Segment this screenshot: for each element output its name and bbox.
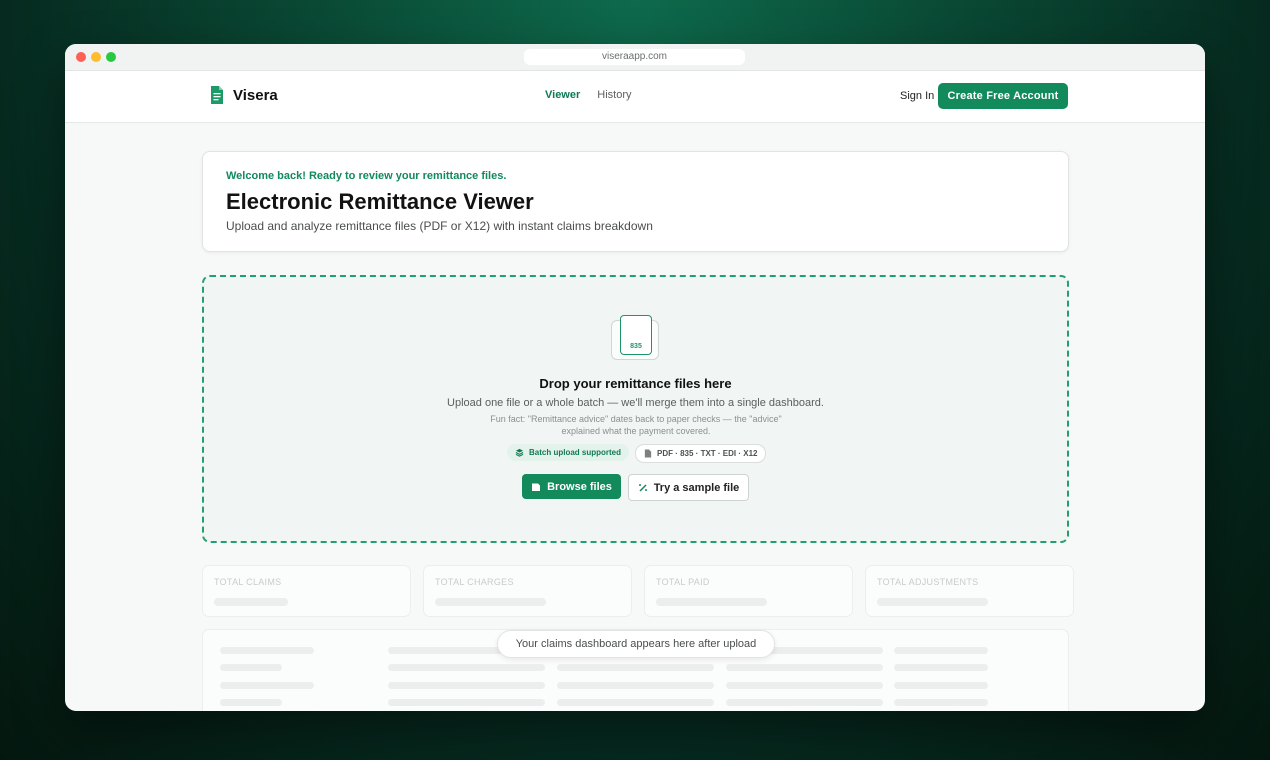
file-dropzone[interactable]: 835 Drop your remittance files here Uplo… [202,275,1069,543]
title-bar: viseraapp.com [65,44,1205,71]
skeleton-line [894,699,988,706]
page-subtitle: Upload and analyze remittance files (PDF… [226,219,653,233]
try-sample-button[interactable]: Try a sample file [628,474,749,501]
skeleton-line [894,682,988,689]
skeleton-line [726,664,883,671]
skeleton-line [894,664,988,671]
stat-card-total-adjustments: TOTAL ADJUSTMENTS [865,565,1074,617]
skeleton-line [220,699,282,706]
skeleton-line [388,664,545,671]
browse-files-button[interactable]: Browse files [522,474,621,499]
layers-icon [515,448,524,457]
upload-actions: Browse files Try a sample file [522,474,749,501]
browser-window: viseraapp.com Visera Viewer History Sign… [65,44,1205,711]
skeleton-line [894,647,988,654]
browse-files-label: Browse files [547,480,612,493]
stat-value-skeleton [435,598,546,606]
skeleton-line [557,682,714,689]
nav-link-viewer[interactable]: Viewer [545,89,580,101]
folder-icon [531,482,541,492]
sign-in-link[interactable]: Sign In [900,90,934,102]
stat-value-skeleton [656,598,767,606]
stat-label: TOTAL CHARGES [435,577,514,587]
brand-logo[interactable]: Visera [210,85,278,105]
stat-card-total-charges: TOTAL CHARGES [423,565,632,617]
skeleton-line [220,664,282,671]
file-icon [644,449,652,458]
page-title: Electronic Remittance Viewer [226,189,534,214]
nav-link-history[interactable]: History [597,89,631,101]
supported-formats-label: PDF · 835 · TXT · EDI · X12 [657,449,758,458]
dropzone-title: Drop your remittance files here [539,376,732,391]
remittance-document-icon: 835 [611,314,661,362]
maximize-window-button[interactable] [106,52,116,62]
skeleton-line [388,682,545,689]
magic-wand-icon [638,483,648,493]
stat-label: TOTAL PAID [656,577,710,587]
stat-label: TOTAL CLAIMS [214,577,282,587]
stat-card-total-paid: TOTAL PAID [644,565,853,617]
dropzone-subtitle: Upload one file or a whole batch — we'll… [447,397,824,409]
stat-value-skeleton [214,598,288,606]
nav-links: Viewer History [545,89,632,101]
stats-row: TOTAL CLAIMS TOTAL CHARGES TOTAL PAID TO… [202,565,1074,617]
stat-value-skeleton [877,598,988,606]
skeleton-line [726,699,883,706]
supported-formats-badge: PDF · 835 · TXT · EDI · X12 [635,444,767,463]
batch-upload-label: Batch upload supported [529,448,621,457]
fun-fact: Fun fact: "Remittance advice" dates back… [490,414,782,436]
minimize-window-button[interactable] [91,52,101,62]
skeleton-line [557,699,714,706]
skeleton-line [388,699,545,706]
top-navbar: Visera Viewer History Sign In Create Fre… [65,71,1205,123]
skeleton-line [557,664,714,671]
welcome-card: Welcome back! Ready to review your remit… [202,151,1069,252]
create-account-button[interactable]: Create Free Account [938,83,1068,109]
try-sample-label: Try a sample file [653,481,740,494]
skeleton-line [726,682,883,689]
stat-card-total-claims: TOTAL CLAIMS [202,565,411,617]
close-window-button[interactable] [76,52,86,62]
welcome-message: Welcome back! Ready to review your remit… [226,170,507,182]
address-bar[interactable]: viseraapp.com [524,49,745,65]
batch-upload-badge: Batch upload supported [507,444,629,461]
skeleton-line [220,647,314,654]
document-type-label: 835 [630,343,642,350]
dashboard-placeholder-badge: Your claims dashboard appears here after… [497,630,775,658]
document-logo-icon [210,85,224,105]
brand-name: Visera [233,86,278,104]
stat-label: TOTAL ADJUSTMENTS [877,577,979,587]
upload-info-pills: Batch upload supported PDF · 835 · TXT ·… [507,444,767,463]
skeleton-line [220,682,314,689]
